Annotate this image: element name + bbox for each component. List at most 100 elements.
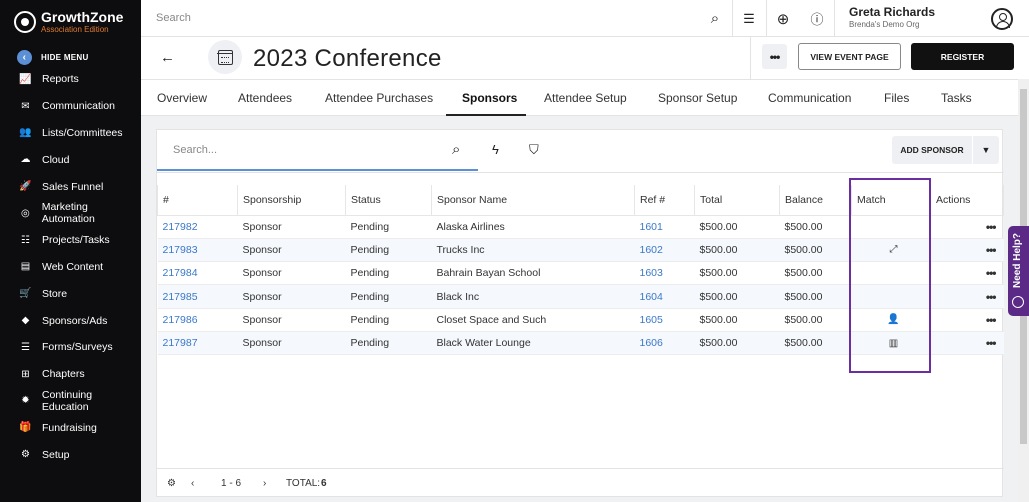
tab-attendee-setup[interactable]: Attendee Setup xyxy=(544,80,627,116)
row-actions-button[interactable]: ••• xyxy=(986,220,997,234)
row-actions-button[interactable]: ••• xyxy=(986,266,997,280)
filter-icon[interactable]: ⛉ xyxy=(529,142,539,158)
sidebar-item-label: Continuing Education xyxy=(41,388,93,413)
search-icon[interactable]: ⌕ xyxy=(698,0,732,37)
status-cell: Pending xyxy=(350,220,390,233)
sidebar-item-sponsors-ads[interactable]: ◆ Sponsors/Ads xyxy=(0,307,141,334)
badge-icon: ✹ xyxy=(21,395,30,407)
sidebar-item-projects-tasks[interactable]: ☷ Projects/Tasks xyxy=(0,227,141,254)
col-sponsor-name[interactable]: Sponsor Name xyxy=(431,185,635,216)
sponsor-name-cell: Bahrain Bayan School xyxy=(436,267,541,280)
chevron-down-icon[interactable]: ▼ xyxy=(973,136,999,164)
sponsor-id-link[interactable]: 217987 xyxy=(163,337,198,349)
avatar-icon[interactable] xyxy=(991,8,1013,30)
chart-icon: 📈 xyxy=(19,73,32,85)
search-icon[interactable]: ⌕ xyxy=(452,141,460,158)
col-sponsorship[interactable]: Sponsorship xyxy=(237,185,346,216)
total-label: TOTAL: xyxy=(286,478,321,489)
sidebar-item-setup[interactable]: ⚙ Setup xyxy=(0,441,141,468)
back-arrow-icon[interactable]: ← xyxy=(160,49,175,66)
sponsor-search-input[interactable] xyxy=(173,144,433,156)
lightning-icon[interactable]: ϟ xyxy=(492,142,499,157)
sidebar-item-fundraising[interactable]: 🎁 Fundraising xyxy=(0,414,141,441)
task-list-icon[interactable]: ☰ xyxy=(732,0,766,37)
sponsor-id-link[interactable]: 217985 xyxy=(163,291,198,303)
sponsor-id-link[interactable]: 217986 xyxy=(163,314,198,326)
gem-icon: ◆ xyxy=(21,315,30,327)
tab-communication[interactable]: Communication xyxy=(768,80,851,116)
cloud-icon: ☁ xyxy=(20,154,31,166)
ref-link[interactable]: 1601 xyxy=(640,221,663,233)
more-options-button[interactable]: ••• xyxy=(762,44,787,69)
sidebar-item-web-content[interactable]: ▤ Web Content xyxy=(0,254,141,281)
sponsorship-cell: Sponsor xyxy=(242,220,282,233)
sidebar-item-marketing-automation[interactable]: ◎ Marketing Automation xyxy=(0,200,141,227)
settings-gear-icon[interactable]: ⚙ xyxy=(167,478,176,489)
sidebar-item-forms-surveys[interactable]: ☰ Forms/Surveys xyxy=(0,334,141,361)
tab-sponsors[interactable]: Sponsors xyxy=(462,80,517,116)
global-search-input[interactable]: Search xyxy=(156,12,191,24)
col-ref[interactable]: Ref # xyxy=(634,185,695,216)
top-bar: Search ⌕ ☰ ⊕ ⓘ Greta Richards Brenda's D… xyxy=(141,0,1029,37)
col-balance[interactable]: Balance xyxy=(779,185,852,216)
row-actions-button[interactable]: ••• xyxy=(986,243,997,257)
sidebar-item-communication[interactable]: ✉ Communication xyxy=(0,93,141,120)
sidebar-item-cloud[interactable]: ☁ Cloud xyxy=(0,146,141,173)
ref-link[interactable]: 1604 xyxy=(640,291,663,303)
add-sponsor-button[interactable]: ADD SPONSOR xyxy=(892,136,972,164)
tab-attendees[interactable]: Attendees xyxy=(238,80,292,116)
total-cell: $500.00 xyxy=(699,220,738,233)
add-circle-icon[interactable]: ⊕ xyxy=(766,0,800,37)
ref-link[interactable]: 1606 xyxy=(640,337,663,349)
sidebar-item-sales-funnel[interactable]: 🚀 Sales Funnel xyxy=(0,173,141,200)
sponsor-id-link[interactable]: 217982 xyxy=(163,221,198,233)
status-cell: Pending xyxy=(350,290,390,303)
checklist-icon: ☷ xyxy=(21,234,30,246)
sponsor-id-link[interactable]: 217983 xyxy=(163,244,198,256)
sidebar-item-reports[interactable]: 📈 Reports xyxy=(0,66,141,93)
sidebar-item-lists-committees[interactable]: 👥 Lists/Committees xyxy=(0,120,141,147)
tab-overview[interactable]: Overview xyxy=(157,80,207,116)
status-cell: Pending xyxy=(350,243,390,256)
user-org: Brenda's Demo Org xyxy=(849,20,920,30)
page-range: 1 - 6 xyxy=(221,478,242,489)
register-button[interactable]: REGISTER xyxy=(911,43,1014,70)
need-help-button[interactable]: Need Help? xyxy=(1008,226,1029,316)
sidebar-item-store[interactable]: 🛒 Store xyxy=(0,280,141,307)
envelope-icon: ✉ xyxy=(21,100,30,112)
col-status[interactable]: Status xyxy=(345,185,432,216)
sponsorship-cell: Sponsor xyxy=(242,290,282,303)
ref-link[interactable]: 1603 xyxy=(640,267,663,279)
help-circle-icon[interactable]: ⓘ xyxy=(800,0,834,37)
ref-link[interactable]: 1602 xyxy=(640,244,663,256)
tab-sponsor-setup[interactable]: Sponsor Setup xyxy=(658,80,737,116)
hide-menu-button[interactable]: ‹ HIDE MENU xyxy=(17,50,89,65)
tab-attendee-purchases[interactable]: Attendee Purchases xyxy=(325,80,433,116)
row-actions-button[interactable]: ••• xyxy=(986,313,997,327)
sidebar-item-continuing-education[interactable]: ✹ Continuing Education xyxy=(0,388,141,415)
sponsorship-cell: Sponsor xyxy=(242,337,282,350)
target-icon: ◎ xyxy=(20,207,30,219)
ref-link[interactable]: 1605 xyxy=(640,314,663,326)
tab-files[interactable]: Files xyxy=(884,80,909,116)
col-total[interactable]: Total xyxy=(694,185,780,216)
growthzone-logo[interactable]: GrowthZone Association Edition xyxy=(14,10,123,34)
chevron-left-icon: ‹ xyxy=(17,50,32,65)
sitemap-icon: ⊞ xyxy=(21,368,30,380)
prev-page-icon[interactable]: ‹ xyxy=(191,478,194,489)
sidebar-item-chapters[interactable]: ⊞ Chapters xyxy=(0,361,141,388)
tab-tasks[interactable]: Tasks xyxy=(941,80,972,116)
need-help-label: Need Help? xyxy=(1012,232,1023,288)
sponsorship-cell: Sponsor xyxy=(242,243,282,256)
sidebar: GrowthZone Association Edition ‹ HIDE ME… xyxy=(0,0,141,502)
sidebar-item-label: Setup xyxy=(42,448,70,461)
event-tabs: Overview Attendees Attendee Purchases Sp… xyxy=(141,79,1018,116)
row-actions-button[interactable]: ••• xyxy=(986,290,997,304)
next-page-icon[interactable]: › xyxy=(263,478,266,489)
row-actions-button[interactable]: ••• xyxy=(986,336,997,350)
user-menu[interactable]: Greta Richards Brenda's Demo Org xyxy=(849,5,935,30)
view-event-page-button[interactable]: VIEW EVENT PAGE xyxy=(798,43,901,70)
sponsor-id-link[interactable]: 217984 xyxy=(163,267,198,279)
rocket-icon: 🚀 xyxy=(19,181,32,193)
col-id[interactable]: # xyxy=(157,185,238,216)
